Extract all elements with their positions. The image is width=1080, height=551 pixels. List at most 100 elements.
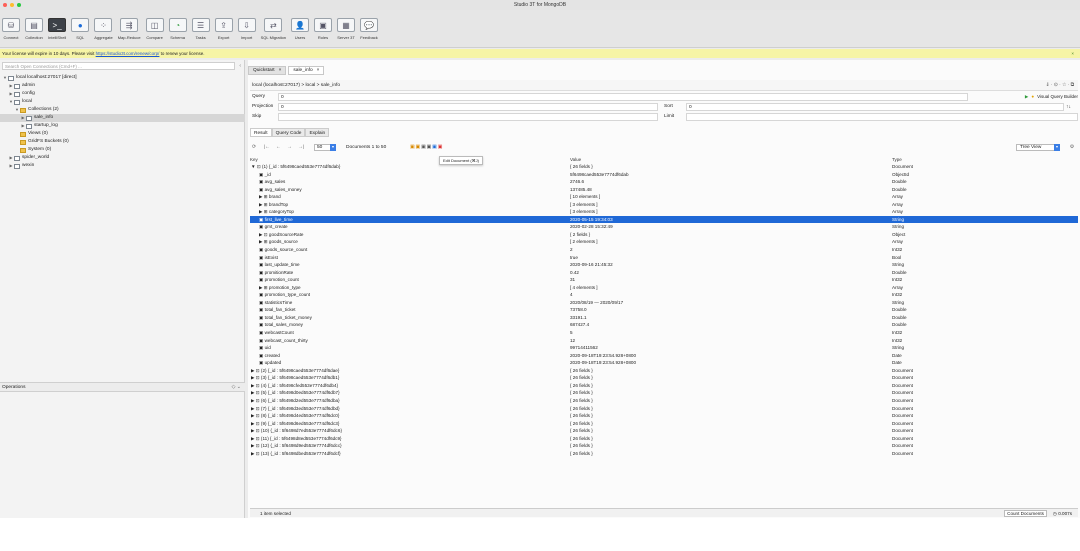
table-row[interactable]: ▣ uid 99714411562 String (250, 344, 1078, 352)
table-row[interactable]: ▶ ⊡ (3) {_id : 5f6498caed553e7774df6db1}… (250, 374, 1078, 382)
tree-node[interactable]: ▶ config (0, 90, 245, 98)
toolbar-tasks-button[interactable]: ☰ Tasks (191, 10, 210, 47)
tree-node[interactable]: ▶ startup_log (0, 122, 245, 130)
toolbar-roles-button[interactable]: ▣ Roles (314, 10, 333, 47)
table-row[interactable]: ▣ created 2020-09-18T19:23:54.928+0800 Dat… (250, 352, 1078, 360)
table-row[interactable]: ▶ ⊞ brandTop [ 3 elements ] Array (250, 201, 1078, 209)
document-action-icons[interactable]: ▣▣▣▣▣▣ (410, 141, 443, 154)
toolbar-users-button[interactable]: 👤 Users (291, 10, 310, 47)
toolbar-aggregate-button[interactable]: ⁘ Aggregate (94, 10, 113, 47)
bulb-icon[interactable]: ● (1031, 93, 1034, 101)
tree-node[interactable]: ▶ wexin (0, 162, 245, 170)
table-row[interactable]: ▣ promotion_count 31 Int32 (250, 276, 1078, 284)
toolbar-feedback-button[interactable]: 💬 Feedback (360, 10, 379, 47)
table-row[interactable]: ▣ promitionRate 0.42 Double (250, 269, 1078, 277)
table-row[interactable]: ▶ ⊡ (4) {_id : 5f6498cfed553e7774df6db4}… (250, 382, 1078, 390)
table-row[interactable]: ▶ ⊡ (12) {_id : 5f6498d9ed553e7774df6dcc… (250, 442, 1078, 450)
toolbar-intellishell-button[interactable]: >_ IntelliShell (48, 10, 66, 47)
query-input[interactable]: 0 (278, 93, 968, 101)
skip-input[interactable] (278, 113, 658, 121)
table-row[interactable]: ▶ ⊡ goodSourceRate { 2 fields } Object (250, 231, 1078, 239)
toolbar-sql-button[interactable]: ● SQL (71, 10, 90, 47)
toolbar-compare-button[interactable]: ◫ Compare (145, 10, 164, 47)
table-row[interactable]: ▣ first_live_time 2020-05-15 19:34:03 Stri… (250, 215, 1078, 224)
tree-node[interactable]: ▶ admin (0, 82, 245, 90)
toolbar-sql-migration-button[interactable]: ⇄ SQL Migration (261, 10, 286, 47)
subtab-result[interactable]: Result (250, 128, 272, 137)
table-row[interactable]: ▣ statisticsTime 2020/08/19 — 2020/09/17 S… (250, 299, 1078, 307)
table-row[interactable]: ▶ ⊞ goods_source [ 2 elements ] Array (250, 238, 1078, 246)
tree-node[interactable]: ▼ Collections (2) (0, 106, 245, 114)
column-header-type[interactable]: Type (892, 156, 1078, 163)
toolbar-connect-button[interactable]: ⛁ Connect (2, 10, 20, 47)
license-close-icon[interactable]: × (1071, 49, 1074, 58)
table-row[interactable]: ▣ last_update_time 2020-09-16 21:45:32 Str… (250, 261, 1078, 269)
toolbar-server-button[interactable]: ▦ Server 3T (337, 10, 356, 47)
tree-node[interactable]: GridFS Buckets (0) (0, 138, 245, 146)
table-row[interactable]: ▶ ⊡ (5) {_id : 5f6498d0ed553e7774df6db7}… (250, 389, 1078, 397)
table-row[interactable]: ▶ ⊡ (13) {_id : 5f6498dbed553e7774df6dcf… (250, 450, 1078, 458)
subtab-explain[interactable]: Explain (305, 128, 330, 137)
table-row[interactable]: ▣ total_sales_money 687427.4 Double (250, 321, 1078, 329)
tree-node[interactable]: System (0) (0, 146, 245, 154)
next-page-icon[interactable]: → (287, 141, 292, 154)
table-row[interactable]: ▣ avg_sales_money 137485.48 Double (250, 186, 1078, 194)
toolbar-collection-button[interactable]: ▤ Collection (25, 10, 43, 47)
visual-query-builder-button[interactable]: Visual Query Builder (1037, 93, 1078, 101)
run-query-icon[interactable]: ▶ (1025, 93, 1028, 101)
sort-order-icon[interactable]: ↑↓ (1064, 103, 1078, 112)
table-row[interactable]: ▶ ⊡ (8) {_id : 5f6498d4ed553e7774df6dc0}… (250, 412, 1078, 420)
operations-clear-icon[interactable]: ◇ ⌄ (232, 383, 241, 392)
subtab-query-code[interactable]: Query Code (271, 128, 306, 137)
table-row[interactable]: ▣ webcastCount 5 Int32 (250, 329, 1078, 337)
table-row[interactable]: ▣ total_fan_ticket 73758.0 Double (250, 306, 1078, 314)
refresh-icon[interactable]: ⟳ (252, 141, 256, 154)
table-row[interactable]: ▶ ⊡ (7) {_id : 5f6498d3ed553e7774df6dbd}… (250, 405, 1078, 413)
table-row[interactable]: ▣ isExist true Bool (250, 254, 1078, 262)
tab-close-icon[interactable]: × (317, 67, 320, 74)
toolbar-import-button[interactable]: ⇩ Import (237, 10, 256, 47)
first-page-icon[interactable]: |← (264, 141, 270, 154)
table-row[interactable]: ▣ total_fan_ticket_money 33191.1 Double (250, 314, 1078, 322)
page-size-select[interactable]: 50 ▼ (314, 144, 336, 151)
table-row[interactable]: ▣ goods_source_count 2 Int32 (250, 246, 1078, 254)
table-row[interactable]: ▣ _id 5f6498caed553e7774df6dab ObjectId (250, 171, 1078, 179)
table-row[interactable]: ▶ ⊡ (6) {_id : 5f6498d2ed553e7774df6dba}… (250, 397, 1078, 405)
column-header-value[interactable]: Value (570, 156, 892, 163)
toolbar-map-reduce-button[interactable]: ⇶ Map-Reduce (118, 10, 141, 47)
table-row[interactable]: ▣ promotion_type_count 4 Int32 (250, 291, 1078, 299)
tab-close-icon[interactable]: × (279, 67, 282, 74)
sort-input[interactable]: 0 (686, 103, 1064, 111)
toolbar-export-button[interactable]: ⇪ Export (214, 10, 233, 47)
tree-node[interactable]: ▼ local localhost:27017 [direct] (0, 74, 245, 82)
table-row[interactable]: ▣ avg_sales 2746.6 Double (250, 178, 1078, 186)
count-documents-button[interactable]: Count Documents (1004, 510, 1047, 517)
license-renew-link[interactable]: https://studio3t.com/renew/corp/ (96, 51, 160, 56)
column-header-key[interactable]: Key (250, 156, 570, 163)
table-row[interactable]: ▣ updated 2020-09-18T19:23:54.928+0800 Dat… (250, 359, 1078, 367)
table-row[interactable]: ▼ ⊡ (1) {_id : 5f6498caed553e7774df6dab}… (250, 163, 1078, 171)
settings-icon[interactable]: ⚙ (1070, 141, 1074, 154)
table-row[interactable]: ▣ webcast_count_thirty 12 Int32 (250, 337, 1078, 345)
tab-sale-info[interactable]: sale_info × (288, 66, 325, 75)
collapse-panel-icon[interactable]: ‹ (239, 63, 241, 69)
table-row[interactable]: ▣ gmt_create 2020-02-28 15:32:49 String (250, 223, 1078, 231)
projection-input[interactable]: 0 (278, 103, 658, 111)
table-row[interactable]: ▶ ⊞ categoryTop [ 3 elements ] Array (250, 208, 1078, 216)
view-mode-select[interactable]: Tree View ▼ (1016, 144, 1060, 151)
toolbar-schema-button[interactable]: ◔ Schema (168, 10, 187, 47)
table-row[interactable]: ▶ ⊡ (2) {_id : 5f6498caed553e7774df6dae}… (250, 367, 1078, 375)
search-connections-input[interactable]: Search Open Connections (Cmd+F) ... (2, 62, 235, 70)
tree-node[interactable]: ▶ sale_info (0, 114, 245, 122)
tab-quickstart[interactable]: Quickstart × (248, 66, 287, 75)
table-row[interactable]: ▶ ⊡ (11) {_id : 5f6498d8ed553e7774df6dc9… (250, 435, 1078, 443)
path-tools-icons[interactable]: ⇓ · ⊙ · ☆ · ⧉ (1045, 80, 1074, 91)
table-row[interactable]: ▶ ⊞ promotion_type [ 4 elements ] Array (250, 284, 1078, 292)
tree-node[interactable]: ▶ spider_world (0, 154, 245, 162)
limit-input[interactable] (686, 113, 1078, 121)
table-row[interactable]: ▶ ⊡ (10) {_id : 5f6498d7ed553e7774df6dc6… (250, 427, 1078, 435)
table-row[interactable]: ▶ ⊡ (9) {_id : 5f6498d6ed553e7774df6dc3}… (250, 420, 1078, 428)
prev-page-icon[interactable]: ← (276, 141, 281, 154)
tree-node[interactable]: Views (0) (0, 130, 245, 138)
table-row[interactable]: ▶ ⊞ brand [ 10 elements ] Array (250, 193, 1078, 201)
